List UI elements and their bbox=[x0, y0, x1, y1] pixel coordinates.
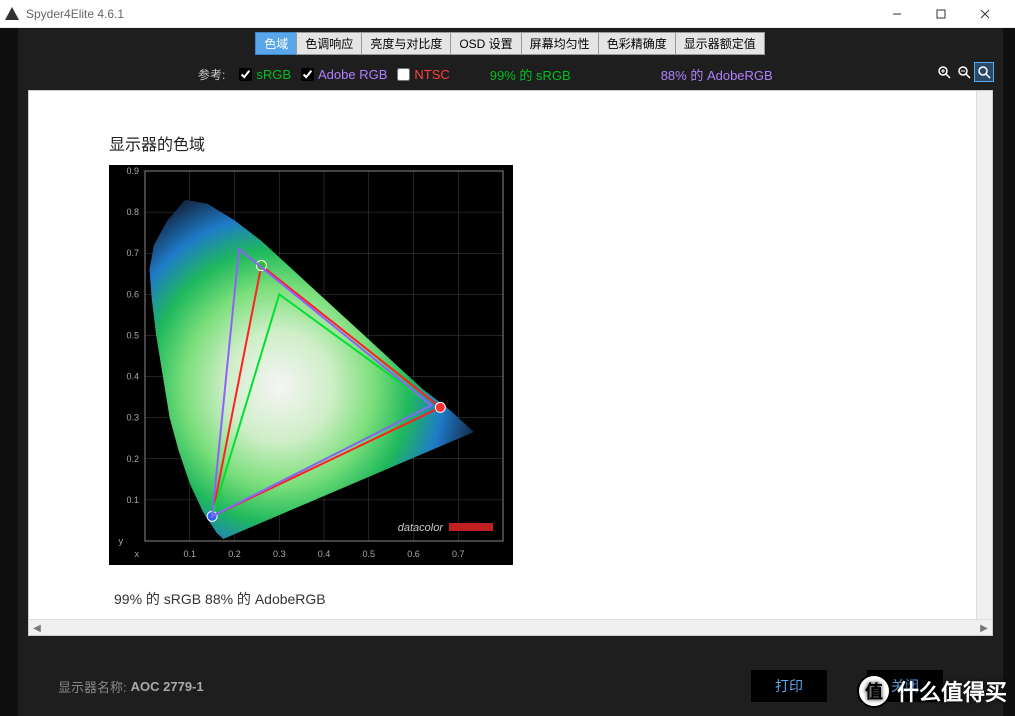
chromaticity-chart: 0.1 0.2 0.3 0.4 0.5 0.6 0.7 0.1 0.2 0.3 0.4 0.5 0.6 0… bbox=[109, 165, 513, 565]
checkbox-adobe[interactable]: Adobe RGB bbox=[301, 67, 387, 82]
svg-text:0.1: 0.1 bbox=[183, 549, 196, 559]
window-maximize-button[interactable] bbox=[919, 0, 963, 28]
adobe-label: Adobe RGB bbox=[318, 67, 387, 82]
scroll-right-icon[interactable]: ▶ bbox=[976, 620, 992, 636]
svg-text:0.7: 0.7 bbox=[126, 248, 139, 258]
checkbox-ntsc-input[interactable] bbox=[397, 68, 410, 81]
svg-text:0.2: 0.2 bbox=[228, 549, 241, 559]
svg-text:0.1: 0.1 bbox=[126, 495, 139, 505]
app-body: 色域色调响应亮度与对比度OSD 设置屏幕均匀性色彩精确度显示器额定值 参考: s… bbox=[0, 28, 1015, 716]
tab-bar: 色域色调响应亮度与对比度OSD 设置屏幕均匀性色彩精确度显示器额定值 bbox=[18, 28, 1003, 55]
canvas-area: 显示器的色域 0.1 0.2 0.3 0.4 0.5 0.6 0.7 0.1 0.2 0.3 0.4… bbox=[28, 90, 993, 636]
checkbox-ntsc[interactable]: NTSC bbox=[397, 67, 449, 82]
chart-svg: 0.1 0.2 0.3 0.4 0.5 0.6 0.7 0.1 0.2 0.3 0.4 0.5 0.6 0… bbox=[109, 165, 513, 565]
zoom-out-icon[interactable] bbox=[955, 63, 973, 81]
reference-row: 参考: sRGB Adobe RGB NTSC 99% 的 sRGB 88% 的… bbox=[18, 55, 1003, 90]
svg-text:0.6: 0.6 bbox=[126, 289, 139, 299]
svg-text:0.5: 0.5 bbox=[362, 549, 375, 559]
window-close-button[interactable] bbox=[963, 0, 1007, 28]
svg-text:y: y bbox=[119, 536, 124, 546]
checkbox-srgb[interactable]: sRGB bbox=[239, 67, 291, 82]
watermark-badge: 值 bbox=[857, 674, 891, 708]
tab-0[interactable]: 色域 bbox=[255, 32, 297, 55]
svg-text:0.6: 0.6 bbox=[407, 549, 420, 559]
zoom-in-icon[interactable] bbox=[935, 63, 953, 81]
checkbox-srgb-input[interactable] bbox=[239, 68, 252, 81]
svg-text:0.2: 0.2 bbox=[126, 454, 139, 464]
svg-text:0.8: 0.8 bbox=[126, 207, 139, 217]
svg-text:x: x bbox=[135, 549, 140, 559]
app-icon bbox=[4, 6, 20, 22]
watermark-text: 什么值得买 bbox=[897, 675, 1007, 707]
vertical-scrollbar[interactable] bbox=[976, 91, 992, 619]
tab-3[interactable]: OSD 设置 bbox=[450, 32, 521, 55]
svg-text:0.7: 0.7 bbox=[452, 549, 465, 559]
tab-1[interactable]: 色调响应 bbox=[296, 32, 362, 55]
tab-2[interactable]: 亮度与对比度 bbox=[361, 32, 451, 55]
watermark-overlay: 值 什么值得买 bbox=[849, 674, 1015, 708]
window-title: Spyder4Elite 4.6.1 bbox=[26, 7, 875, 21]
svg-text:0.5: 0.5 bbox=[126, 330, 139, 340]
monitor-name: AOC 2779-1 bbox=[131, 679, 204, 694]
scroll-left-icon[interactable]: ◀ bbox=[29, 620, 45, 636]
svg-text:datacolor: datacolor bbox=[398, 522, 445, 534]
inner-panel: 色域色调响应亮度与对比度OSD 设置屏幕均匀性色彩精确度显示器额定值 参考: s… bbox=[18, 28, 1003, 716]
svg-text:0.3: 0.3 bbox=[126, 413, 139, 423]
tab-4[interactable]: 屏幕均匀性 bbox=[521, 32, 599, 55]
print-button[interactable]: 打印 bbox=[751, 670, 827, 702]
ntsc-label: NTSC bbox=[414, 67, 449, 82]
coverage-adobe: 88% 的 AdobeRGB bbox=[661, 65, 773, 84]
coverage-srgb: 99% 的 sRGB bbox=[490, 65, 571, 84]
zoom-fit-icon[interactable] bbox=[975, 63, 993, 81]
coverage-text-cutoff: 99% 的 sRGB 88% 的 AdobeRGB bbox=[114, 589, 326, 609]
horizontal-scrollbar[interactable]: ◀ ▶ bbox=[29, 619, 992, 635]
svg-text:0.4: 0.4 bbox=[126, 372, 139, 382]
svg-text:0.9: 0.9 bbox=[126, 166, 139, 176]
zoom-controls bbox=[935, 63, 993, 81]
window-minimize-button[interactable] bbox=[875, 0, 919, 28]
monitor-label: 显示器名称: bbox=[58, 677, 127, 696]
checkbox-adobe-input[interactable] bbox=[301, 68, 314, 81]
svg-text:0.4: 0.4 bbox=[318, 549, 331, 559]
window-titlebar: Spyder4Elite 4.6.1 bbox=[0, 0, 1015, 28]
svg-text:0.3: 0.3 bbox=[273, 549, 286, 559]
gamut-title: 显示器的色域 bbox=[109, 131, 205, 155]
tab-5[interactable]: 色彩精确度 bbox=[598, 32, 676, 55]
tab-6[interactable]: 显示器额定值 bbox=[675, 32, 765, 55]
reference-label: 参考: bbox=[198, 66, 225, 83]
srgb-label: sRGB bbox=[256, 67, 291, 82]
